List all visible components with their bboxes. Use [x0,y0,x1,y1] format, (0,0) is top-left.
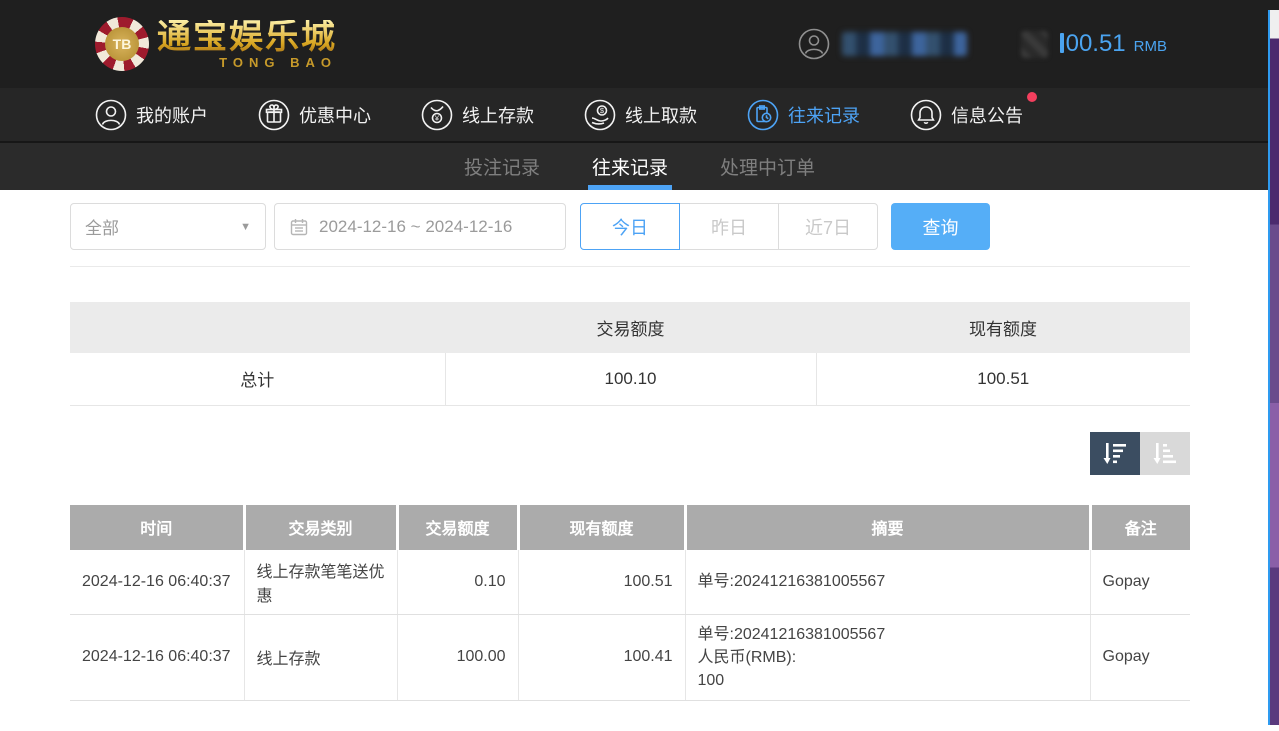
col-balance: 现有额度 [518,505,685,550]
tab-pending-orders[interactable]: 处理中订单 [716,143,819,190]
chip-tb-label: TB [105,27,139,61]
balance: 00.51 RMB [1060,30,1167,58]
user-cluster: 00.51 RMB [798,0,1167,88]
summary-total-row: 总计 100.10 100.51 [70,353,1190,405]
divider [70,266,1190,267]
top-header: TB 通宝娱乐城 TONG BAO 00.51 RMB [0,0,1279,88]
site-logo[interactable]: TB 通宝娱乐城 TONG BAO [95,17,337,71]
cell-note: Gopay [1090,550,1190,615]
tab-bet-records[interactable]: 投注记录 [460,143,544,190]
deposit-icon: ¥ [421,99,453,131]
cell-type: 线上存款笔笔送优惠 [244,550,397,615]
sort-ascending-button[interactable] [1140,432,1190,475]
nav-item-deposit[interactable]: ¥ 线上存款 [421,99,534,131]
date-range-input[interactable]: 2024-12-16 ~ 2024-12-16 [274,203,566,250]
nav-label: 信息公告 [951,102,1023,128]
nav-item-announcements[interactable]: 信息公告 [910,99,1023,131]
yesterday-button[interactable]: 昨日 [679,203,779,250]
floating-widget-cropped[interactable] [1268,10,1279,725]
account-icon [95,99,127,131]
sort-descending-icon [1100,438,1130,468]
date-range-value: 2024-12-16 ~ 2024-12-16 [319,217,512,237]
summary-header-current-balance: 现有额度 [816,302,1190,353]
type-select[interactable]: 全部 ▼ [70,203,266,250]
col-note: 备注 [1090,505,1190,550]
nav-item-my-account[interactable]: 我的账户 [95,99,208,131]
cell-amount: 0.10 [397,550,518,615]
nav-label: 线上取款 [625,102,697,128]
cell-amount: 100.00 [397,614,518,701]
type-select-value: 全部 [85,214,119,239]
col-type: 交易类别 [244,505,397,550]
sort-ascending-icon [1150,438,1180,468]
cell-summary: 单号:20241216381005567 人民币(RMB): 100 [685,614,1090,701]
logo-subtitle: TONG BAO [157,56,337,69]
col-amount: 交易额度 [397,505,518,550]
summary-total-balance: 100.51 [816,353,1190,405]
cell-time: 2024-12-16 06:40:37 [70,550,244,615]
search-button[interactable]: 查询 [891,203,990,250]
col-time: 时间 [70,505,244,550]
nav-item-transaction-records[interactable]: 往来记录 [747,99,860,131]
balance-currency: RMB [1134,38,1167,55]
calendar-icon [289,217,309,237]
casino-chip-icon: TB [95,17,149,71]
nav-label: 优惠中心 [299,102,371,128]
tab-transaction-records[interactable]: 往来记录 [588,143,672,190]
balance-cropped-digit [1060,33,1064,53]
summary-table: 交易额度 现有额度 总计 100.10 100.51 [70,302,1190,406]
records-table: 时间 交易类别 交易额度 现有额度 摘要 备注 2024-12-16 06:40… [70,505,1190,702]
cell-note: Gopay [1090,614,1190,701]
cell-balance: 100.41 [518,614,685,701]
filter-row: 全部 ▼ 2024-12-16 ~ 2024-12-16 今日 昨日 近7日 查… [70,203,1279,250]
cell-type: 线上存款 [244,614,397,701]
cell-balance: 100.51 [518,550,685,615]
nav-label: 我的账户 [136,102,208,128]
summary-total-label: 总计 [70,353,445,405]
cell-summary: 单号:20241216381005567 [685,550,1090,615]
tab-strip: 投注记录 往来记录 处理中订单 [0,141,1279,190]
page: TB 通宝娱乐城 TONG BAO 00.51 RMB 我的账户 [0,0,1279,731]
user-avatar-icon[interactable] [798,28,830,60]
sort-descending-button[interactable] [1090,432,1140,475]
table-row: 2024-12-16 06:40:37 线上存款笔笔送优惠 0.10 100.5… [70,550,1190,615]
username-redacted[interactable] [842,32,967,56]
today-button[interactable]: 今日 [580,203,680,250]
cell-time: 2024-12-16 06:40:37 [70,614,244,701]
nav-label: 往来记录 [788,102,860,128]
table-row: 2024-12-16 06:40:37 线上存款 100.00 100.41 单… [70,614,1190,701]
nav-item-promotions[interactable]: 优惠中心 [258,99,371,131]
main-nav: 我的账户 优惠中心 ¥ 线上存款 $ 线上取款 [0,88,1279,141]
records-header-row: 时间 交易类别 交易额度 现有额度 摘要 备注 [70,505,1190,550]
sort-row [70,432,1190,475]
logo-text: 通宝娱乐城 TONG BAO [157,20,337,69]
summary-header-transaction-amount: 交易额度 [445,302,816,353]
logo-title: 通宝娱乐城 [157,20,337,54]
records-icon [747,99,779,131]
last7days-button[interactable]: 近7日 [778,203,878,250]
summary-total-transaction: 100.10 [445,353,816,405]
balance-amount: 00.51 [1060,30,1126,58]
nav-label: 线上存款 [462,102,534,128]
gift-icon [258,99,290,131]
col-summary: 摘要 [685,505,1090,550]
bell-icon [910,99,942,131]
summary-header-empty [70,302,445,353]
currency-icon-redacted [1021,31,1048,58]
nav-item-withdraw[interactable]: $ 线上取款 [584,99,697,131]
date-range-group: 今日 昨日 近7日 [580,203,878,250]
withdraw-icon: $ [584,99,616,131]
notification-badge [1027,92,1037,102]
summary-header-row: 交易额度 现有额度 [70,302,1190,353]
chevron-down-icon: ▼ [240,221,251,233]
